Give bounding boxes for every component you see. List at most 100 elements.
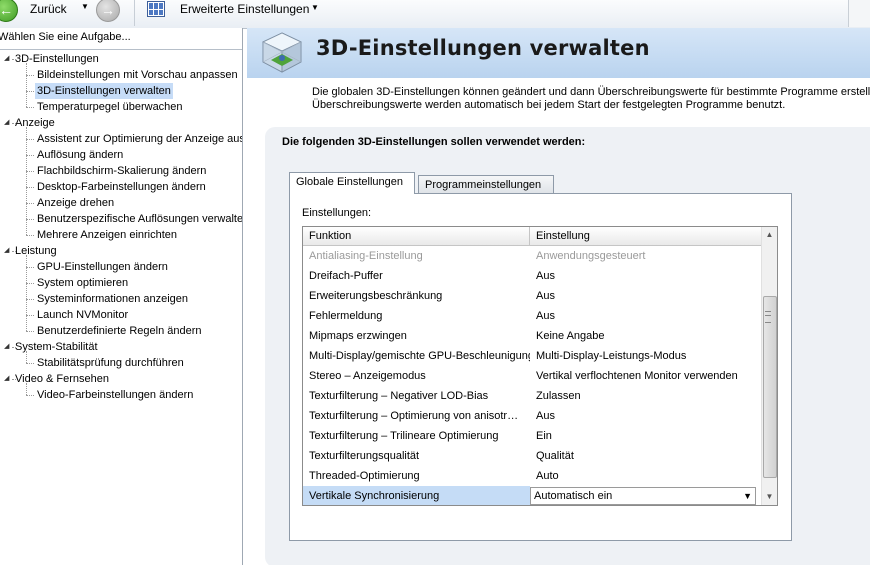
function-cell: Dreifach-Puffer xyxy=(309,270,383,282)
tree-category[interactable]: ◢ Video & Fernsehen xyxy=(4,371,109,387)
setting-cell: Zulassen xyxy=(536,390,581,402)
tree-connector xyxy=(26,383,27,395)
main-content: 3D-Einstellungen verwalten Die globalen … xyxy=(247,28,870,565)
table-row[interactable]: Multi-Display/gemischte GPU-Beschleunigu… xyxy=(303,346,761,366)
settings-panel: Die folgenden 3D-Einstellungen sollen ve… xyxy=(265,127,870,565)
tree-connector xyxy=(26,299,34,300)
back-dropdown-icon[interactable]: ▼ xyxy=(81,2,89,11)
function-cell: Stereo – Anzeigemodus xyxy=(309,370,426,382)
tree-connector xyxy=(26,187,34,188)
sidebar-task-item[interactable]: Launch NVMonitor xyxy=(35,307,130,323)
table-row[interactable]: Erweiterungsbeschränkung Aus xyxy=(303,286,761,306)
scrollbar-thumb[interactable] xyxy=(763,296,777,478)
function-cell: Texturfilterungsqualität xyxy=(309,450,420,462)
sidebar-task-item[interactable]: Video-Farbeinstellungen ändern xyxy=(35,387,195,403)
scroll-down-icon[interactable]: ▼ xyxy=(762,489,777,505)
tree-connector xyxy=(26,127,27,235)
table-header: Funktion Einstellung xyxy=(303,227,761,246)
forward-arrow-icon[interactable]: → xyxy=(96,0,120,22)
tree-category-label: Video & Fernsehen xyxy=(15,373,109,385)
settings-label: Einstellungen: xyxy=(302,207,372,219)
tree-connector xyxy=(26,171,34,172)
sidebar-task-item[interactable]: Mehrere Anzeigen einrichten xyxy=(35,227,179,243)
tree-connector xyxy=(26,63,27,107)
tree-connector xyxy=(26,107,34,108)
setting-cell: Multi-Display-Leistungs-Modus xyxy=(536,350,687,362)
tree-connector xyxy=(26,395,34,396)
sidebar-task-item[interactable]: Benutzerdefinierte Regeln ändern xyxy=(35,323,204,339)
view-settings-icon[interactable] xyxy=(147,1,165,17)
tree-connector xyxy=(12,59,16,60)
tree-category-label: Anzeige xyxy=(15,117,55,129)
table-row[interactable]: Texturfilterungsqualität Qualität xyxy=(303,446,761,466)
tree-category[interactable]: ◢ 3D-Einstellungen xyxy=(4,51,99,67)
function-cell: Texturfilterung – Trilineare Optimierung xyxy=(309,430,499,442)
tab-content: Einstellungen: Funktion Einstellung Anti… xyxy=(289,193,792,541)
table-row[interactable]: Fehlermeldung Aus xyxy=(303,306,761,326)
sidebar-task-item[interactable]: Desktop-Farbeinstellungen ändern xyxy=(35,179,208,195)
dropdown-arrow-icon[interactable]: ▼ xyxy=(743,488,752,504)
tree-connector xyxy=(26,91,34,92)
tree-connector xyxy=(26,219,34,220)
tree-connector xyxy=(26,75,34,76)
sidebar-task-item[interactable]: Systeminformationen anzeigen xyxy=(35,291,190,307)
tree-category-label: 3D-Einstellungen xyxy=(15,53,99,65)
function-cell: Threaded-Optimierung xyxy=(309,470,420,482)
column-header-setting[interactable]: Einstellung xyxy=(530,227,761,245)
setting-cell: Aus xyxy=(536,310,555,322)
sidebar-task-item[interactable]: Temperaturpegel überwachen xyxy=(35,99,185,115)
view-mode-dropdown-icon[interactable]: ▼ xyxy=(311,3,319,12)
tab-program-settings[interactable]: Programmeinstellungen xyxy=(418,175,554,194)
description-line: Die globalen 3D-Einstellungen können geä… xyxy=(312,86,870,98)
back-button-label[interactable]: Zurück xyxy=(30,2,67,16)
panel-heading: Die folgenden 3D-Einstellungen sollen ve… xyxy=(282,136,586,148)
sidebar-task-item[interactable]: Auflösung ändern xyxy=(35,147,125,163)
sidebar-task-item[interactable]: Anzeige drehen xyxy=(35,195,116,211)
setting-cell: Keine Angabe xyxy=(536,330,605,342)
column-header-function[interactable]: Funktion xyxy=(303,227,530,245)
tree-connector xyxy=(12,379,16,380)
back-arrow-icon[interactable]: ← xyxy=(0,0,18,22)
table-row[interactable]: Vertikale Synchronisierung Automatisch ei… xyxy=(303,486,761,505)
table-row[interactable]: Texturfilterung – Trilineare Optimierung… xyxy=(303,426,761,446)
setting-cell: Auto xyxy=(536,470,559,482)
tree-connector xyxy=(26,315,34,316)
function-cell: Vertikale Synchronisierung xyxy=(303,486,530,505)
window-edge xyxy=(848,0,870,27)
sidebar-task-item[interactable]: Stabilitätsprüfung durchführen xyxy=(35,355,186,371)
tree-connector xyxy=(26,203,34,204)
setting-cell: Aus xyxy=(536,410,555,422)
sidebar-task-item[interactable]: Assistent zur Optimierung der Anzeige au… xyxy=(35,131,242,147)
sidebar-task-item[interactable]: 3D-Einstellungen verwalten xyxy=(35,83,173,99)
table-row[interactable]: Texturfilterung – Negativer LOD-Bias Zula… xyxy=(303,386,761,406)
tree-connector xyxy=(12,123,16,124)
sidebar-task-item[interactable]: GPU-Einstellungen ändern xyxy=(35,259,170,275)
table-row[interactable]: Stereo – Anzeigemodus Vertikal verflochte… xyxy=(303,366,761,386)
vertical-scrollbar[interactable]: ▲ ▼ xyxy=(761,227,777,505)
sidebar-task-item[interactable]: Bildeinstellungen mit Vorschau anpassen xyxy=(35,67,240,83)
table-row[interactable]: Mipmaps erzwingen Keine Angabe xyxy=(303,326,761,346)
sidebar-task-item[interactable]: Flachbildschirm-Skalierung ändern xyxy=(35,163,208,179)
table-row[interactable]: Threaded-Optimierung Auto xyxy=(303,466,761,486)
tree-connector xyxy=(26,235,34,236)
setting-dropdown[interactable]: Automatisch ein ▼ xyxy=(530,487,756,505)
tab-global-settings[interactable]: Globale Einstellungen xyxy=(289,172,415,194)
table-row[interactable]: Dreifach-Puffer Aus xyxy=(303,266,761,286)
function-cell: Erweiterungsbeschränkung xyxy=(309,290,443,302)
view-mode-label[interactable]: Erweiterte Einstellungen xyxy=(180,2,309,16)
table-row[interactable]: Texturfilterung – Optimierung von anisot… xyxy=(303,406,761,426)
sidebar-task-item[interactable]: Benutzerspezifische Auflösungen verwalte… xyxy=(35,211,242,227)
tree-category[interactable]: ◢ System-Stabilität xyxy=(4,339,98,355)
grip-icon xyxy=(765,311,771,323)
tree-connector xyxy=(12,251,16,252)
sidebar-task-item[interactable]: System optimieren xyxy=(35,275,130,291)
settings-table: Funktion Einstellung Antialiasing-Einste… xyxy=(302,226,778,506)
function-cell: Antialiasing-Einstellung xyxy=(309,250,423,262)
divider xyxy=(0,49,242,50)
table-row[interactable]: Antialiasing-Einstellung Anwendungsgesteu… xyxy=(303,246,761,266)
scroll-up-icon[interactable]: ▲ xyxy=(762,227,777,243)
setting-cell: Qualität xyxy=(536,450,574,462)
function-cell: Fehlermeldung xyxy=(309,310,383,322)
tree-connector xyxy=(12,347,16,348)
function-cell: Mipmaps erzwingen xyxy=(309,330,407,342)
